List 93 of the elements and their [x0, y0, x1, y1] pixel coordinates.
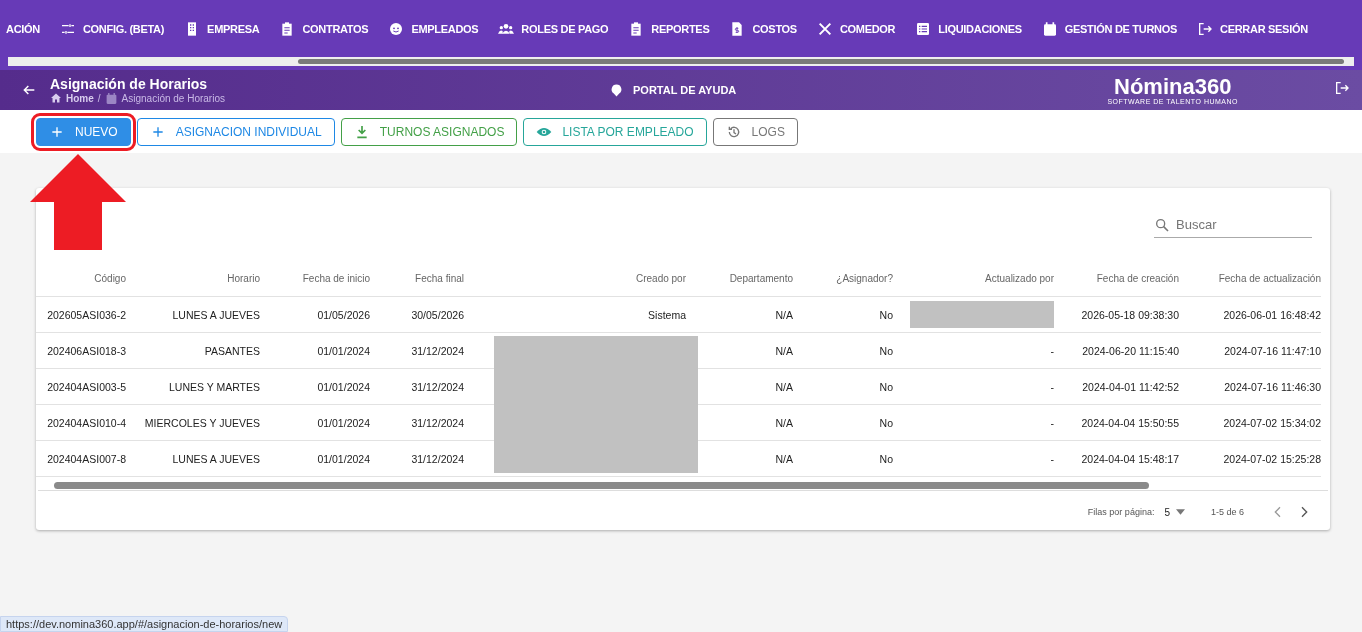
- table-cell-text: 31/12/2024: [410, 416, 464, 429]
- table-cell-text: PASANTES: [203, 344, 260, 357]
- table-cell-text: Sistema: [647, 308, 686, 321]
- table-cell-text: -: [1049, 452, 1054, 465]
- home-icon: [50, 92, 62, 104]
- table-cell-text: 01/01/2024: [316, 344, 370, 357]
- table-cell-text: 2024-07-16 11:46:30: [1223, 380, 1321, 393]
- status-url: https://dev.nomina360.app/#/asignacion-de-horarios/new: [0, 616, 289, 632]
- column-header[interactable]: Fecha de inicio: [260, 272, 370, 284]
- rows-per-page-label: Filas por página:: [1087, 507, 1155, 517]
- table-cell-text: 2024-07-16 11:47:10: [1223, 344, 1321, 357]
- column-header[interactable]: Horario: [126, 272, 260, 284]
- calendar-icon: [1041, 21, 1058, 37]
- table-cell-text: 31/12/2024: [410, 452, 464, 465]
- sliders-icon: [59, 21, 76, 37]
- breadcrumb-link[interactable]: Home: [66, 92, 94, 104]
- help-portal-link[interactable]: PORTAL DE AYUDA: [633, 84, 737, 96]
- nav-item[interactable]: CONFIG. (BETA): [82, 23, 165, 35]
- scrollbar[interactable]: [38, 480, 1328, 491]
- nav-item[interactable]: CONTRATOS: [302, 23, 369, 35]
- table-cell-text: No: [878, 452, 893, 465]
- toolbar-button[interactable]: LOGS: [712, 117, 798, 146]
- table-cell-text: 2024-06-20 11:15:40: [1081, 344, 1179, 357]
- table-cell-text: -: [1049, 344, 1054, 357]
- table-cell-text: 202406ASI018-3: [46, 344, 126, 357]
- table-cell-text: N/A: [774, 416, 793, 429]
- table-cell-text: LUNES Y MARTES: [167, 380, 260, 393]
- column-header[interactable]: Fecha de actualización: [1179, 272, 1321, 284]
- breadcrumb-item: Asignación de Horarios: [121, 92, 225, 104]
- table-cell-text: 01/01/2024: [316, 416, 370, 429]
- page-range: 1-5 de 6: [1210, 507, 1244, 517]
- table-cell-text: 2026-05-18 09:38:30: [1080, 308, 1179, 321]
- nav-item[interactable]: LIQUIDACIONES: [938, 23, 1022, 35]
- page-title: Asignación de Horarios: [50, 75, 209, 92]
- scrollbar[interactable]: [8, 57, 1354, 66]
- nav-item[interactable]: GESTIÓN DE TURNOS: [1064, 23, 1177, 35]
- nav-item[interactable]: COMEDOR: [839, 23, 896, 35]
- table-cell-text: 2024-07-02 15:34:02: [1222, 416, 1321, 429]
- nav-item[interactable]: REPORTES: [651, 23, 710, 35]
- table-cell-text: N/A: [774, 380, 793, 393]
- nav-item[interactable]: ROLES DE PAGO: [521, 23, 609, 35]
- column-header[interactable]: Departamento: [686, 272, 793, 284]
- table-cell-text: 2024-04-01 11:42:52: [1081, 380, 1179, 393]
- column-header[interactable]: Fecha de creación: [1054, 272, 1179, 284]
- table-cell-text: LUNES A JUEVES: [171, 308, 260, 321]
- column-header[interactable]: Código: [36, 272, 126, 284]
- dropdown-caret-icon: [1175, 509, 1185, 515]
- toolbar-button[interactable]: TURNOS ASIGNADOS: [340, 117, 518, 146]
- face-icon: [388, 21, 405, 37]
- table-cell-text: 01/01/2024: [316, 452, 370, 465]
- logo: Nómina360: [1114, 75, 1232, 98]
- table-cell-text: 31/12/2024: [410, 380, 464, 393]
- table-cell-text: 2024-07-02 15:25:28: [1222, 452, 1321, 465]
- table-cell-text: N/A: [774, 452, 793, 465]
- table-cell-text: No: [878, 344, 893, 357]
- table-cell-text: No: [878, 416, 893, 429]
- nav-item[interactable]: EMPRESA: [207, 23, 260, 35]
- table-cell-text: 2024-04-04 15:50:55: [1080, 416, 1179, 429]
- logout-icon: [1334, 80, 1350, 96]
- logout-icon: [1197, 21, 1213, 37]
- table-cell-text: N/A: [774, 344, 793, 357]
- table-cell-text: 01/01/2024: [316, 380, 370, 393]
- nav-item[interactable]: COSTOS: [752, 23, 797, 35]
- table-cell-text: LUNES A JUEVES: [171, 452, 260, 465]
- toolbar-button[interactable]: ASIGNACION INDIVIDUAL: [136, 117, 335, 146]
- column-header[interactable]: Fecha final: [370, 272, 464, 284]
- table-cell-text: No: [878, 380, 893, 393]
- table-cell-text: 202605ASI036-2: [46, 308, 126, 321]
- table-cell-text: 202404ASI010-4: [46, 416, 126, 429]
- table-cell-text: 2026-06-01 16:48:42: [1222, 308, 1321, 321]
- table-cell-text: No: [878, 308, 893, 321]
- breadcrumb-separator: /: [97, 92, 101, 104]
- table-cell-text: 2024-04-04 15:48:17: [1080, 452, 1179, 465]
- table-cell-text: -: [1049, 380, 1054, 393]
- table-cell-text: -: [1049, 416, 1054, 429]
- column-header[interactable]: ¿Asignador?: [793, 272, 893, 284]
- nav-item[interactable]: ACIÓN: [6, 23, 40, 35]
- search-icon: [1154, 216, 1170, 233]
- table-cell-text: MIERCOLES Y JUEVES: [143, 416, 260, 429]
- column-header[interactable]: Actualizado por: [893, 272, 1054, 284]
- people-icon: [498, 21, 515, 37]
- nav-item[interactable]: EMPLEADOS: [411, 23, 479, 35]
- column-header[interactable]: Creado por: [464, 272, 686, 284]
- table-cell-text: 30/05/2026: [410, 308, 464, 321]
- list-icon: [915, 21, 932, 37]
- table-cell-text: 31/12/2024: [410, 344, 464, 357]
- table-cell-text: 202404ASI003-5: [46, 380, 126, 393]
- rows-per-page-select[interactable]: 5: [1164, 506, 1185, 518]
- table-cell-text: 01/05/2026: [316, 308, 370, 321]
- calendar-icon: [104, 91, 118, 105]
- nav-item[interactable]: CERRAR SESIÓN: [1220, 23, 1308, 35]
- table-cell-text: N/A: [774, 308, 793, 321]
- table-cell-text: 202404ASI007-8: [46, 452, 126, 465]
